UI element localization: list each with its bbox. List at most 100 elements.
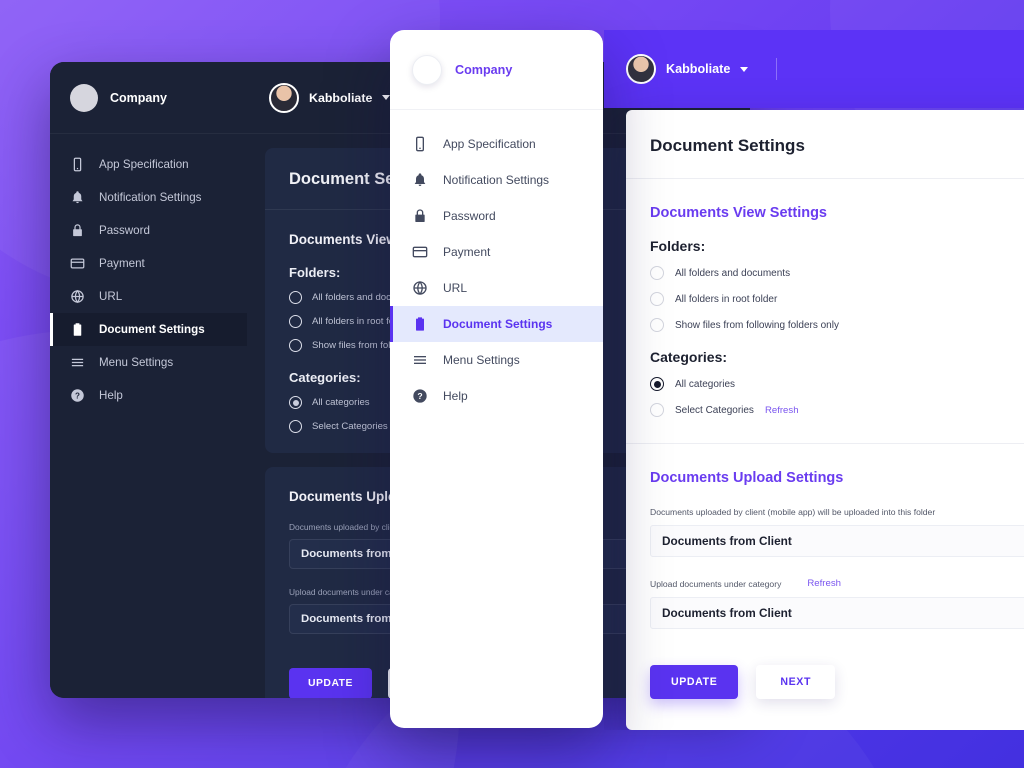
sidebar-item-url[interactable]: URL	[50, 280, 247, 313]
radio-option-all-categories[interactable]: All categories	[650, 377, 1024, 391]
page-title: Document Settings	[650, 136, 805, 155]
sidebar-item-label: Menu Settings	[443, 353, 520, 367]
sidebar-item-document-settings[interactable]: Document Settings	[390, 306, 603, 342]
user-name: Kabboliate	[309, 90, 373, 105]
credit-card-icon	[412, 244, 428, 260]
sidebar-nav: App Specification Notification Settings …	[390, 110, 603, 414]
sidebar-item-label: Help	[443, 389, 468, 403]
radio-button[interactable]	[289, 339, 302, 352]
radio-label: All categories	[675, 378, 736, 390]
sidebar-item-payment[interactable]: Payment	[50, 247, 247, 280]
settings-panel: Document Settings Documents View Setting…	[626, 110, 1024, 730]
sidebar-item-label: Menu Settings	[99, 356, 174, 369]
help-circle-icon: ?	[70, 388, 85, 403]
sidebar-item-label: App Specification	[443, 137, 536, 151]
sidebar-item-label: Document Settings	[443, 317, 553, 331]
radio-button[interactable]	[650, 403, 664, 417]
category-refresh-link[interactable]: Refresh	[807, 578, 841, 589]
sidebar-item-label: Payment	[443, 245, 491, 259]
dark-sidebar: Company App Specification Notification S…	[50, 62, 247, 698]
radio-label: Show files from following folders only	[675, 319, 839, 331]
upload-category-label-row: Upload documents under category Refresh	[650, 578, 1024, 589]
globe-icon	[412, 280, 428, 296]
radio-button[interactable]	[650, 377, 664, 391]
lock-icon	[412, 208, 428, 224]
radio-button[interactable]	[289, 420, 302, 433]
sidebar-item-help[interactable]: ? Help	[50, 379, 247, 412]
svg-text:?: ?	[75, 391, 80, 400]
topbar-divider	[776, 58, 778, 80]
upload-category-input[interactable]: Documents from Client	[650, 597, 1024, 629]
radio-button[interactable]	[289, 315, 302, 328]
sidebar-item-menu-settings[interactable]: Menu Settings	[50, 346, 247, 379]
folders-label: Folders:	[650, 238, 706, 254]
hamburger-icon	[70, 355, 85, 370]
radio-button[interactable]	[650, 292, 664, 306]
radio-button[interactable]	[650, 318, 664, 332]
company-logo-circle	[412, 54, 442, 85]
sidebar-item-app-specification[interactable]: App Specification	[390, 126, 603, 162]
radio-option-show-files-from-following-folders-only[interactable]: Show files from following folders only	[650, 318, 1024, 332]
sidebar-item-password[interactable]: Password	[390, 198, 603, 234]
bell-icon	[412, 172, 428, 188]
light-theme-app-window: Kabboliate Document Settings Documents V…	[604, 30, 1024, 730]
radio-option-all-folders-in-root-folder[interactable]: All folders in root folder	[650, 292, 1024, 306]
sidebar-item-app-specification[interactable]: App Specification	[50, 148, 247, 181]
phone-icon	[70, 157, 85, 172]
brand-name: Company	[110, 90, 167, 105]
globe-icon	[70, 289, 85, 304]
sidebar-item-label: Notification Settings	[443, 173, 550, 187]
radio-button[interactable]	[289, 396, 302, 409]
credit-card-icon	[70, 256, 85, 271]
lock-icon	[70, 223, 85, 238]
dark-nav: App Specification Notification Settings …	[50, 134, 247, 412]
sidebar-item-payment[interactable]: Payment	[390, 234, 603, 270]
radio-option-select-categories[interactable]: Select Categories Refresh	[650, 403, 1024, 417]
user-avatar[interactable]	[269, 82, 299, 113]
light-sidebar-card: Company App Specification Notification S…	[390, 30, 603, 728]
brand[interactable]: Company	[390, 30, 603, 110]
sidebar-item-notification-settings[interactable]: Notification Settings	[50, 181, 247, 214]
sidebar-item-label: Notification Settings	[99, 191, 202, 204]
sidebar-item-label: Password	[443, 209, 496, 223]
sidebar-item-label: URL	[99, 290, 123, 303]
sidebar-item-help[interactable]: ? Help	[390, 378, 603, 414]
company-logo-circle	[70, 83, 98, 112]
update-button[interactable]: UPDATE	[650, 665, 739, 699]
upload-folder-input[interactable]: Documents from Client	[650, 525, 1024, 557]
sidebar-item-notification-settings[interactable]: Notification Settings	[390, 162, 603, 198]
upload-folder-help: Documents uploaded by client (mobile app…	[650, 507, 936, 517]
sidebar-item-document-settings[interactable]: Document Settings	[50, 313, 247, 346]
next-button[interactable]: NEXT	[756, 665, 836, 699]
sidebar-item-url[interactable]: URL	[390, 270, 603, 306]
radio-button[interactable]	[289, 291, 302, 304]
radio-option-all-folders-and-documents[interactable]: All folders and documents	[650, 266, 1024, 280]
phone-icon	[412, 136, 428, 152]
categories-label: Categories:	[650, 349, 728, 365]
update-button[interactable]: UPDATE	[289, 668, 372, 698]
radio-label: Select Categories	[312, 421, 388, 432]
clipboard-icon	[412, 316, 428, 332]
radio-button[interactable]	[650, 266, 664, 280]
sidebar-item-menu-settings[interactable]: Menu Settings	[390, 342, 603, 378]
sidebar-item-label: Help	[99, 389, 123, 402]
sidebar-item-label: Document Settings	[99, 323, 205, 336]
dark-brand[interactable]: Company	[50, 62, 247, 134]
radio-label: All folders and documents	[675, 267, 791, 279]
sidebar-item-password[interactable]: Password	[50, 214, 247, 247]
brand-name: Company	[455, 62, 513, 77]
chevron-down-icon[interactable]	[740, 66, 749, 72]
user-avatar[interactable]	[626, 54, 656, 84]
panel-header: Document Settings	[626, 110, 1024, 179]
radio-label: All categories	[312, 397, 370, 408]
upload-category-label: Upload documents under category	[650, 578, 782, 589]
refresh-link[interactable]: Refresh	[765, 405, 799, 416]
radio-label: Select Categories	[675, 404, 754, 416]
panel-body: Documents View Settings Folders: All fol…	[626, 179, 1024, 699]
sidebar-item-label: App Specification	[99, 158, 189, 171]
sidebar-item-label: Password	[99, 224, 150, 237]
user-name: Kabboliate	[666, 62, 731, 76]
sidebar-item-label: Payment	[99, 257, 145, 270]
clipboard-icon	[70, 322, 85, 337]
divider	[626, 443, 1024, 444]
